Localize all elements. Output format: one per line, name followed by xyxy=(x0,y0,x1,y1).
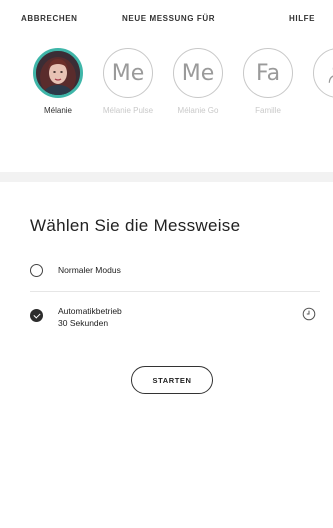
profile-item-guest[interactable]: G xyxy=(303,48,333,117)
mode-option-normal[interactable]: Normaler Modus xyxy=(30,262,320,280)
avatar xyxy=(313,48,333,98)
divider xyxy=(30,291,320,292)
profile-name: G xyxy=(303,105,333,117)
section-divider xyxy=(0,172,333,182)
mode-sublabel: 30 Sekunden xyxy=(58,318,109,328)
profile-photo xyxy=(36,51,80,95)
profile-item-famille[interactable]: Fa Famille xyxy=(233,48,303,117)
avatar-initials: Fa xyxy=(243,48,293,98)
profile-item-melanie-pulse[interactable]: Me Mélanie Pulse xyxy=(93,48,163,117)
page-title: NEUE MESSUNG FÜR xyxy=(122,14,216,23)
avatar xyxy=(33,48,83,98)
profile-name: Famille xyxy=(255,106,281,115)
start-button[interactable]: STARTEN xyxy=(131,366,213,394)
radio-button[interactable] xyxy=(30,264,43,277)
top-bar: ABBRECHEN NEUE MESSUNG FÜR HILFE xyxy=(0,0,333,40)
profile-name: Mélanie Go xyxy=(177,106,219,115)
section-heading: Wählen Sie die Messweise xyxy=(30,216,241,235)
mode-option-automatic[interactable]: Automatikbetrieb 30 Sekunden xyxy=(30,305,320,333)
avatar-initials: Me xyxy=(173,48,223,98)
avatar-initials: Me xyxy=(103,48,153,98)
profile-item-melanie[interactable]: Mélanie xyxy=(23,48,93,117)
help-button[interactable]: HILFE xyxy=(289,14,315,23)
cancel-button[interactable]: ABBRECHEN xyxy=(21,14,78,23)
profile-item-melanie-go[interactable]: Me Mélanie Go xyxy=(163,48,233,117)
profile-name: Mélanie Pulse xyxy=(102,106,154,115)
person-icon xyxy=(328,67,333,83)
profile-selector: Mélanie Me Mélanie Pulse Me Mélanie Go F… xyxy=(0,48,333,158)
radio-button-checked[interactable] xyxy=(30,309,43,322)
clock-icon[interactable] xyxy=(302,307,316,321)
profile-name: Mélanie xyxy=(43,106,72,115)
mode-label: Automatikbetrieb xyxy=(58,306,122,316)
mode-label: Normaler Modus xyxy=(58,265,121,275)
